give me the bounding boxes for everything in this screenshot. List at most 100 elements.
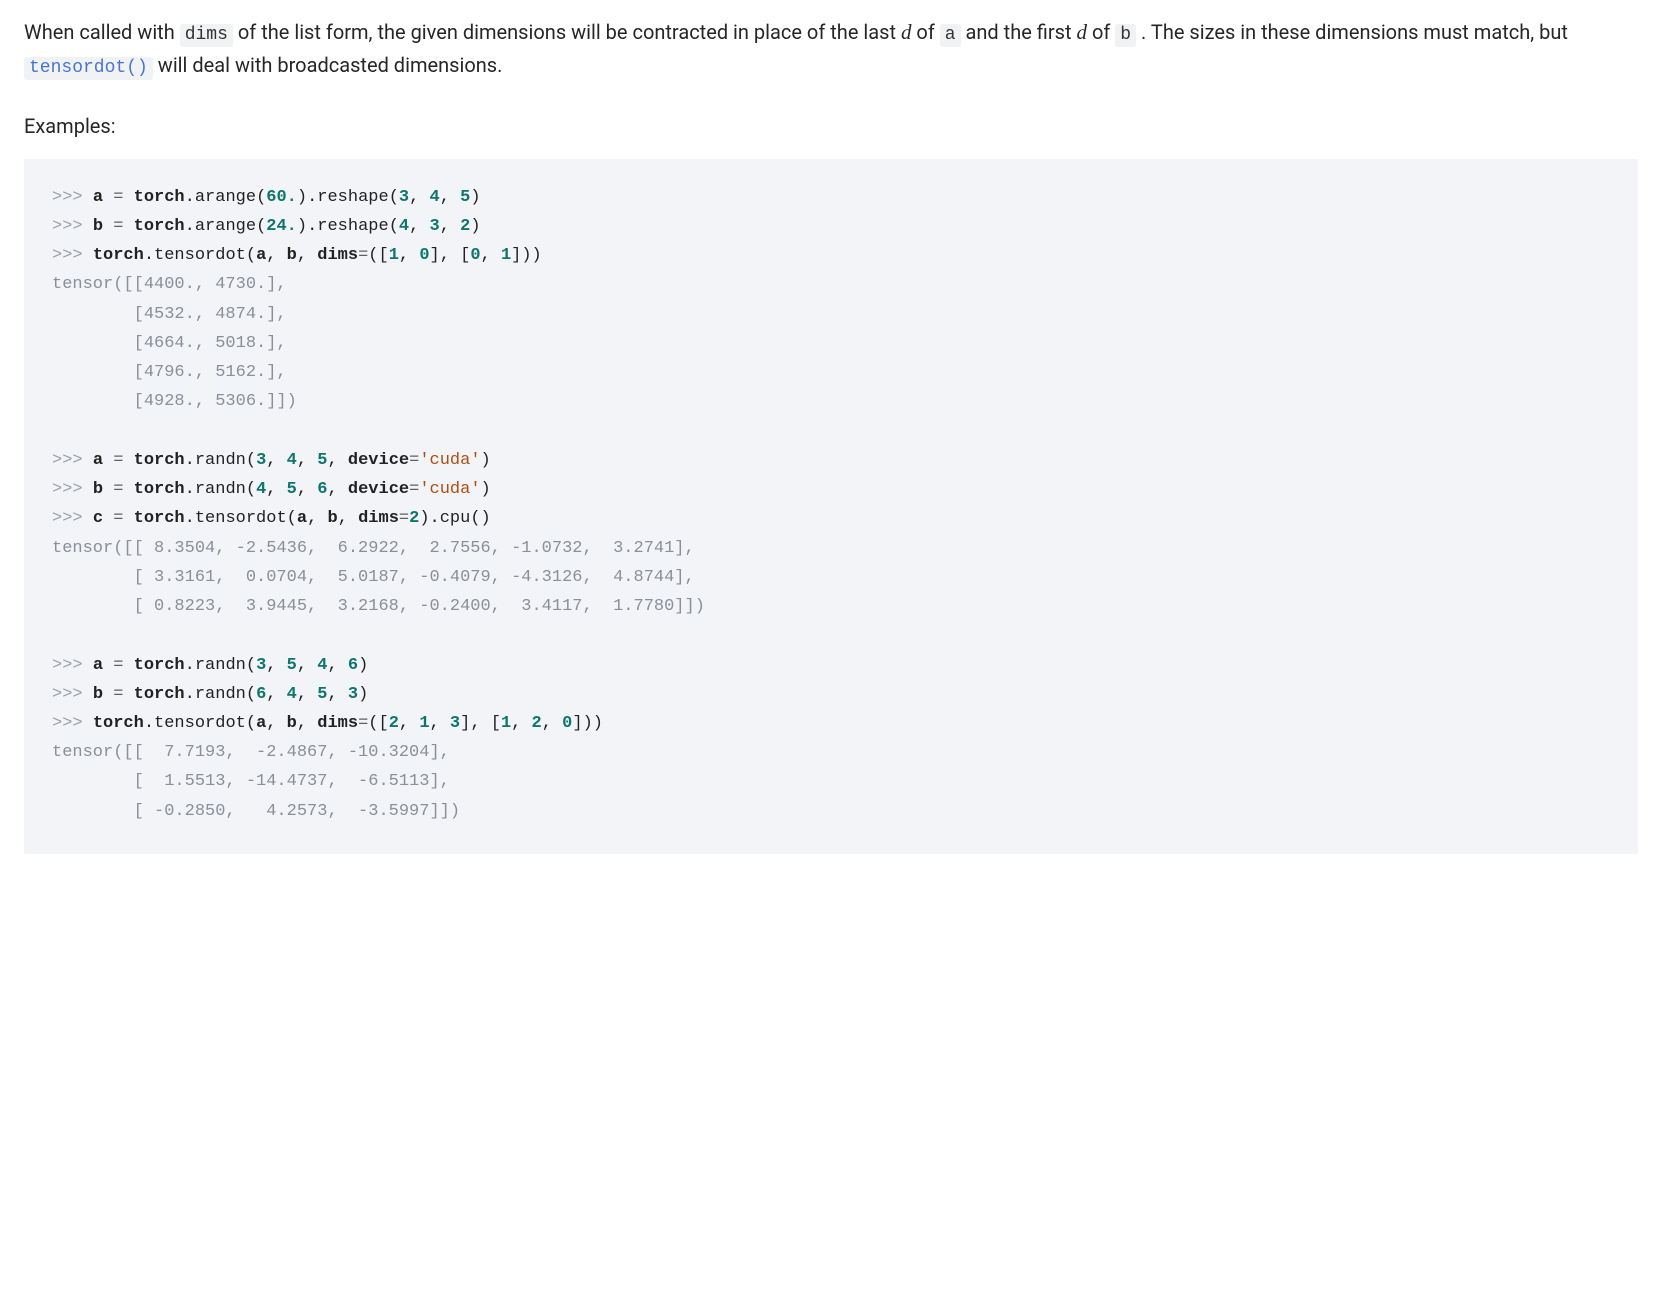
math-d-2: d: [1076, 20, 1087, 44]
code-punct: .: [430, 509, 440, 528]
code-punct: .: [185, 509, 195, 528]
code-punct: ,: [297, 656, 317, 675]
code-num: 2: [532, 714, 542, 733]
code-punct: ,: [266, 451, 286, 470]
repl-prompt: >>>: [52, 188, 93, 207]
code-op: =: [113, 509, 133, 528]
code-num: 3: [450, 714, 460, 733]
code-num: 5: [317, 685, 327, 704]
code-punct: ,: [297, 714, 317, 733]
code-punct: ,: [327, 656, 347, 675]
code-func: reshape: [317, 188, 388, 207]
code-module: torch: [134, 685, 185, 704]
code-punct: ): [481, 509, 491, 528]
code-arg: a: [297, 509, 307, 528]
code-punct: ,: [440, 217, 460, 236]
code-arg: b: [287, 714, 297, 733]
code-punct: ,: [266, 714, 286, 733]
desc-text-mid2: of: [911, 20, 939, 44]
code-punct: ,: [399, 714, 419, 733]
examples-label: Examples:: [24, 111, 1638, 141]
code-func: tensordot: [154, 246, 246, 265]
code-op: =: [358, 246, 368, 265]
code-punct: (: [368, 714, 378, 733]
code-num: 4: [256, 480, 266, 499]
desc-text-pre: When called with: [24, 20, 180, 44]
code-punct: .: [185, 656, 195, 675]
code-kwarg: dims: [358, 509, 399, 528]
code-kwarg: device: [348, 480, 409, 499]
code-punct: ): [297, 217, 307, 236]
code-num: 6: [256, 685, 266, 704]
code-punct: [: [379, 246, 389, 265]
repl-prompt: >>>: [52, 656, 93, 675]
code-punct: ,: [297, 246, 317, 265]
code-arg: a: [256, 714, 266, 733]
code-output: tensor([[ 7.7193, -2.4867, -10.3204],: [52, 743, 450, 762]
code-punct: ,: [297, 685, 317, 704]
code-num: 1: [501, 246, 511, 265]
code-punct: ): [481, 480, 491, 499]
code-output: [4532., 4874.],: [52, 305, 287, 324]
code-punct: (: [368, 246, 378, 265]
code-punct: (: [470, 509, 480, 528]
code-num: 4: [287, 685, 297, 704]
repl-prompt: >>>: [52, 217, 93, 236]
a-inline-code: a: [940, 24, 961, 47]
code-output: [ 1.5513, -14.4737, -6.5113],: [52, 772, 450, 791]
code-punct: (: [246, 714, 256, 733]
code-punct: (: [389, 217, 399, 236]
code-punct: ,: [409, 217, 429, 236]
code-op: =: [113, 451, 133, 470]
code-kwarg: device: [348, 451, 409, 470]
code-var: b: [93, 685, 113, 704]
code-punct: .: [185, 480, 195, 499]
code-punct: ,: [481, 246, 501, 265]
repl-prompt: >>>: [52, 246, 93, 265]
code-module: torch: [134, 188, 185, 207]
desc-text-mid3: and the first: [961, 20, 1077, 44]
code-op: =: [113, 656, 133, 675]
code-var: c: [93, 509, 113, 528]
code-punct: (: [287, 509, 297, 528]
code-punct: ,: [327, 451, 347, 470]
code-punct: ,: [297, 480, 317, 499]
code-func: arange: [195, 217, 256, 236]
code-punct: ]: [572, 714, 582, 733]
code-op: =: [113, 480, 133, 499]
code-punct: ,: [470, 714, 490, 733]
code-kwarg: dims: [317, 246, 358, 265]
code-punct: .: [307, 217, 317, 236]
code-num: 6: [317, 480, 327, 499]
code-num: 24.: [266, 217, 297, 236]
code-num: 5: [287, 480, 297, 499]
code-punct: ,: [399, 246, 419, 265]
repl-prompt: >>>: [52, 714, 93, 733]
code-punct: ): [593, 714, 603, 733]
code-output: [4928., 5306.]]): [52, 392, 297, 411]
code-punct: ,: [297, 451, 317, 470]
code-module: torch: [93, 246, 144, 265]
code-punct: ,: [440, 188, 460, 207]
code-punct: ): [532, 246, 542, 265]
code-arg: b: [327, 509, 337, 528]
code-num: 5: [460, 188, 470, 207]
tensordot-link[interactable]: tensordot(): [24, 57, 153, 80]
code-punct: ,: [338, 509, 358, 528]
code-punct: ,: [542, 714, 562, 733]
desc-text-mid4: of: [1087, 20, 1115, 44]
code-output: tensor([[4400., 4730.],: [52, 275, 287, 294]
code-arg: a: [256, 246, 266, 265]
code-punct: .: [144, 714, 154, 733]
code-num: 0: [470, 246, 480, 265]
code-func: cpu: [440, 509, 471, 528]
code-kwarg: dims: [317, 714, 358, 733]
code-var: a: [93, 451, 113, 470]
code-output: [ -0.2850, 4.2573, -3.5997]]): [52, 802, 460, 821]
code-module: torch: [134, 509, 185, 528]
code-num: 3: [348, 685, 358, 704]
examples-code-block: >>> a = torch.arange(60.).reshape(3, 4, …: [24, 159, 1638, 854]
code-punct: .: [185, 188, 195, 207]
repl-prompt: >>>: [52, 480, 93, 499]
code-num: 3: [430, 217, 440, 236]
